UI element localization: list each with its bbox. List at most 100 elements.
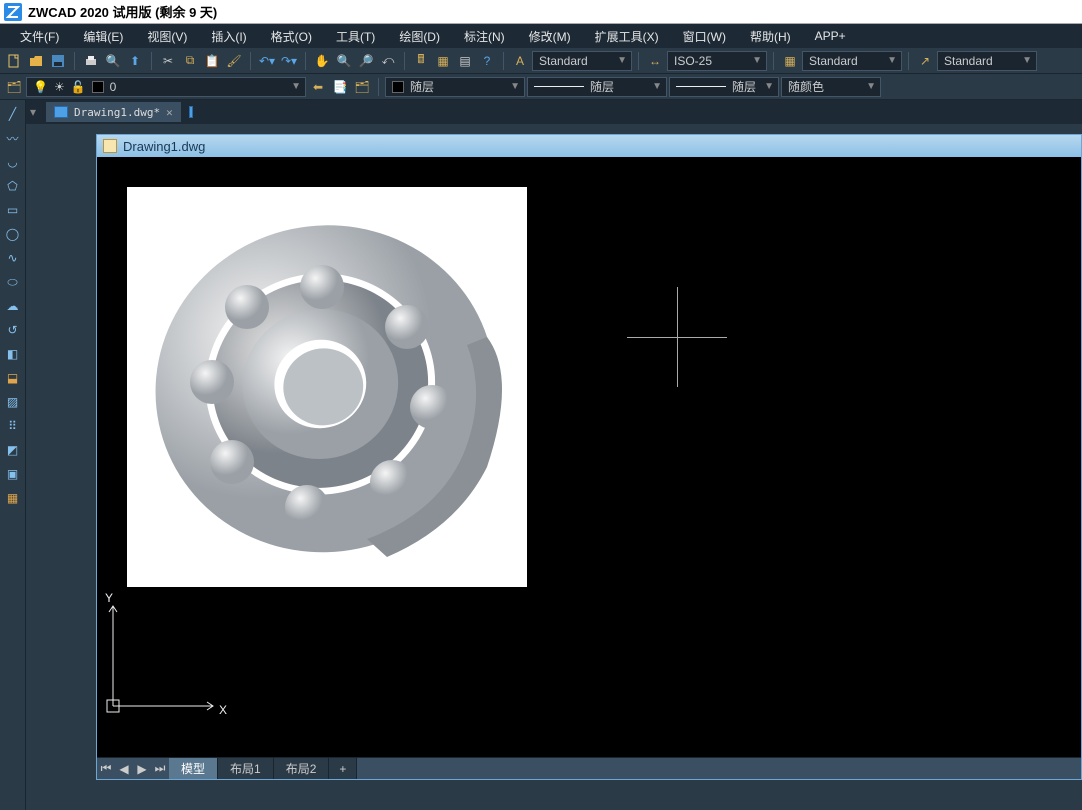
block-tool-icon[interactable]: ◧ <box>3 344 23 364</box>
layout-prev-icon[interactable]: ◀ <box>115 760 133 778</box>
table-style-dropdown[interactable]: Standard▼ <box>802 51 902 71</box>
properties-icon[interactable]: ▦ <box>433 51 453 71</box>
revcloud-tool-icon[interactable]: ↺ <box>3 320 23 340</box>
table-tool-icon[interactable]: ▦ <box>3 488 23 508</box>
dim-style-icon[interactable]: ↔ <box>645 51 665 71</box>
hatch-tool-icon[interactable]: ▨ <box>3 392 23 412</box>
redo-icon[interactable]: ↷▾ <box>279 51 299 71</box>
dim-style-value: ISO-25 <box>674 54 712 68</box>
spline-tool-icon[interactable]: ∿ <box>3 248 23 268</box>
menu-app[interactable]: APP+ <box>803 25 858 47</box>
print-icon[interactable] <box>81 51 101 71</box>
new-file-icon[interactable] <box>4 51 24 71</box>
menu-modify[interactable]: 修改(M) <box>517 24 583 49</box>
menu-view[interactable]: 视图(V) <box>135 24 199 49</box>
layout-tabs-bar: ⏮ ◀ ▶ ⏭ 模型 布局1 布局2 + <box>97 757 1081 779</box>
menu-file[interactable]: 文件(F) <box>8 24 71 49</box>
color-value: 随层 <box>410 78 434 95</box>
zoom-realtime-icon[interactable]: 🔍 <box>334 51 354 71</box>
menu-draw[interactable]: 绘图(D) <box>387 24 452 49</box>
copy-icon[interactable]: ⧉ <box>180 51 200 71</box>
paste-icon[interactable]: 📋 <box>202 51 222 71</box>
line-tool-icon[interactable]: ╱ <box>3 104 23 124</box>
open-file-icon[interactable] <box>26 51 46 71</box>
mleader-style-icon[interactable]: ↗ <box>915 51 935 71</box>
toolbar-layers: 🗂 💡 ☀ 🔓 0 ▼ ⬅ 📑 🗂 随层 ▼ 随层 ▼ 随层 ▼ 随颜色 ▼ <box>0 74 1082 100</box>
arc-tool-icon[interactable]: ◡ <box>3 152 23 172</box>
layer-states-icon[interactable]: 📑 <box>330 77 350 97</box>
plotstyle-dropdown[interactable]: 随颜色 ▼ <box>781 77 881 97</box>
menu-dimension[interactable]: 标注(N) <box>452 24 517 49</box>
text-style-dropdown[interactable]: Standard▼ <box>532 51 632 71</box>
undo-icon[interactable]: ↶▾ <box>257 51 277 71</box>
menu-window[interactable]: 窗口(W) <box>671 24 738 49</box>
table-style-icon[interactable]: ▦ <box>780 51 800 71</box>
circle-tool-icon[interactable]: ◯ <box>3 224 23 244</box>
gradient-tool-icon[interactable]: ◩ <box>3 440 23 460</box>
layer-color-swatch <box>92 81 104 93</box>
tab-add-layout[interactable]: + <box>329 758 357 779</box>
text-style-icon[interactable]: A <box>510 51 530 71</box>
zoom-window-icon[interactable]: 🔎 <box>356 51 376 71</box>
tab-layout1[interactable]: 布局1 <box>218 758 274 779</box>
publish-icon[interactable]: ⬆ <box>125 51 145 71</box>
layout-first-icon[interactable]: ⏮ <box>97 760 115 778</box>
document-tab[interactable]: Drawing1.dwg* ✕ <box>46 102 181 122</box>
layer-dropdown[interactable]: 💡 ☀ 🔓 0 ▼ <box>26 77 306 97</box>
rectangle-tool-icon[interactable]: ▭ <box>3 200 23 220</box>
ucs-x-label: X <box>219 703 227 717</box>
text-style-value: Standard <box>539 54 588 68</box>
cloud-tool-icon[interactable]: ☁ <box>3 296 23 316</box>
lineweight-value: 随层 <box>732 78 756 95</box>
layer-prev-icon[interactable]: ⬅ <box>308 77 328 97</box>
dwg-window-icon <box>103 139 117 153</box>
canvas-area[interactable]: Drawing1.dwg <box>26 124 1082 810</box>
drawing-window-titlebar[interactable]: Drawing1.dwg <box>97 135 1081 157</box>
linetype-preview <box>534 86 584 87</box>
layer-iso-icon[interactable]: 🗂 <box>352 77 372 97</box>
region-tool-icon[interactable]: ▣ <box>3 464 23 484</box>
window-title: ZWCAD 2020 试用版 (剩余 9 天) <box>28 2 217 21</box>
close-icon[interactable]: ✕ <box>166 106 173 119</box>
menu-tools[interactable]: 工具(T) <box>324 24 387 49</box>
layer-manager-icon[interactable]: 🗂 <box>4 77 24 97</box>
plotstyle-value: 随颜色 <box>788 78 824 95</box>
print-preview-icon[interactable]: 🔍 <box>103 51 123 71</box>
menu-format[interactable]: 格式(O) <box>259 24 324 49</box>
calculator-icon[interactable]: 🖩 <box>411 51 431 71</box>
menu-help[interactable]: 帮助(H) <box>738 24 803 49</box>
lineweight-dropdown[interactable]: 随层 ▼ <box>669 77 779 97</box>
ellipse-tool-icon[interactable]: ⬭ <box>3 272 23 292</box>
match-prop-icon[interactable]: 🖌 <box>224 51 244 71</box>
cut-icon[interactable]: ✂ <box>158 51 178 71</box>
table-style-value: Standard <box>809 54 858 68</box>
linetype-dropdown[interactable]: 随层 ▼ <box>527 77 667 97</box>
color-dropdown[interactable]: 随层 ▼ <box>385 77 525 97</box>
new-tab-button[interactable] <box>181 102 201 122</box>
layout-last-icon[interactable]: ⏭ <box>151 760 169 778</box>
tab-model[interactable]: 模型 <box>169 758 218 779</box>
pan-icon[interactable]: ✋ <box>312 51 332 71</box>
menu-edit[interactable]: 编辑(E) <box>71 24 135 49</box>
designcenter-icon[interactable]: ▤ <box>455 51 475 71</box>
workspace: ╱ 〰 ◡ ⬠ ▭ ◯ ∿ ⬭ ☁ ↺ ◧ ⬓ ▨ ⠿ ◩ ▣ ▦ ▾ Draw… <box>0 100 1082 810</box>
mleader-style-dropdown[interactable]: Standard▼ <box>937 51 1037 71</box>
menu-insert[interactable]: 插入(I) <box>199 24 258 49</box>
drawing-window: Drawing1.dwg <box>96 134 1082 780</box>
block-insert-icon[interactable]: ⬓ <box>3 368 23 388</box>
dim-style-dropdown[interactable]: ISO-25▼ <box>667 51 767 71</box>
polygon-tool-icon[interactable]: ⬠ <box>3 176 23 196</box>
title-bar: ZWCAD 2020 试用版 (剩余 9 天) <box>0 0 1082 24</box>
help-icon[interactable]: ? <box>477 51 497 71</box>
polyline-tool-icon[interactable]: 〰 <box>3 128 23 148</box>
menu-extended-tools[interactable]: 扩展工具(X) <box>583 24 671 49</box>
ucs-y-label: Y <box>105 591 113 605</box>
point-tool-icon[interactable]: ⠿ <box>3 416 23 436</box>
tab-layout2[interactable]: 布局2 <box>274 758 330 779</box>
save-icon[interactable] <box>48 51 68 71</box>
toolbar-standard: 🔍 ⬆ ✂ ⧉ 📋 🖌 ↶▾ ↷▾ ✋ 🔍 🔎 ⤺ 🖩 ▦ ▤ ? A Stan… <box>0 48 1082 74</box>
tabs-scroll-left-icon[interactable]: ▾ <box>30 105 46 119</box>
model-viewport[interactable]: X Y <box>97 157 1081 757</box>
zoom-previous-icon[interactable]: ⤺ <box>378 51 398 71</box>
layout-next-icon[interactable]: ▶ <box>133 760 151 778</box>
